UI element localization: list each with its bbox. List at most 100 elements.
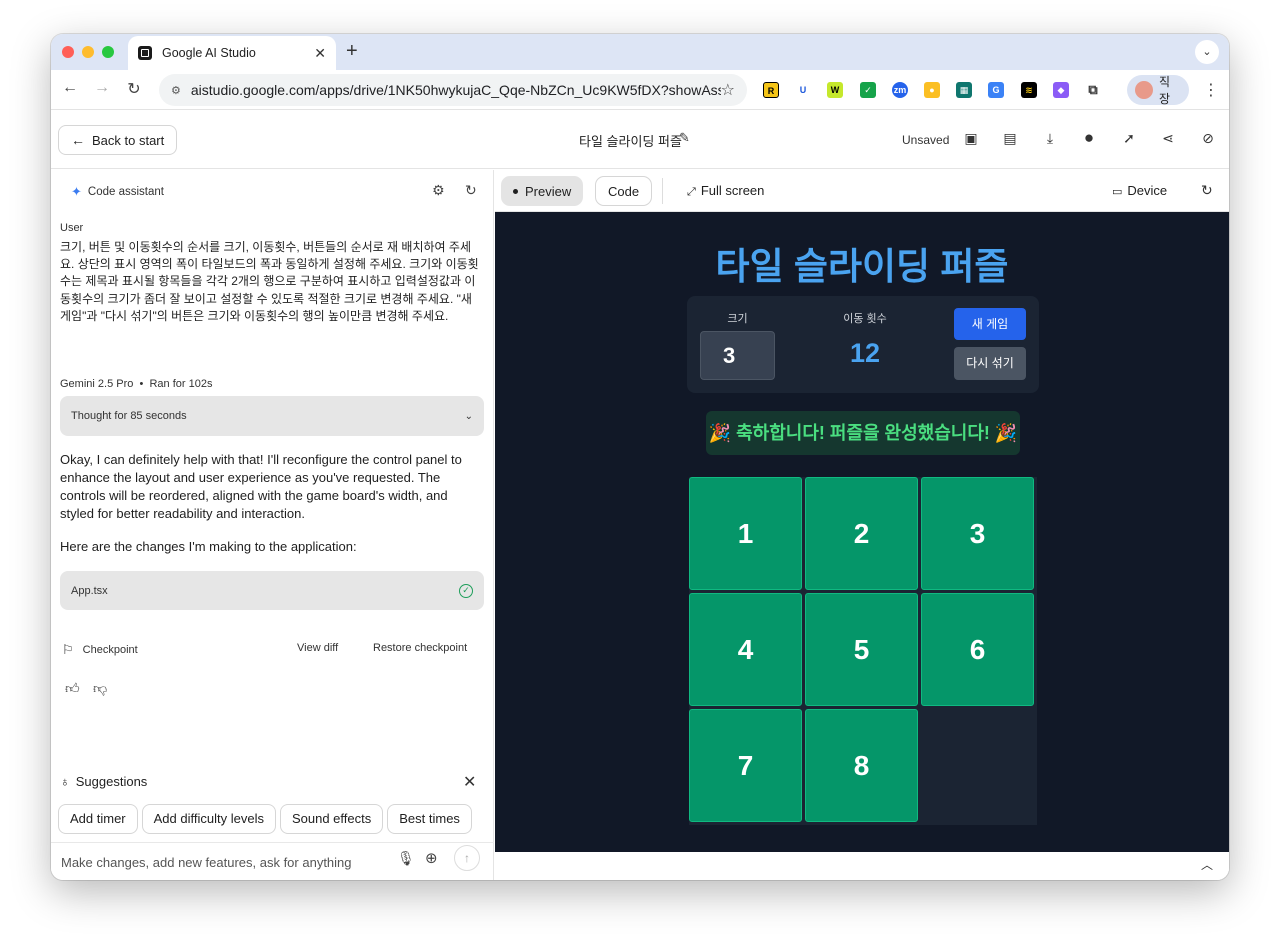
suggestion-chip[interactable]: Sound effects <box>279 804 384 834</box>
extension-zm-icon[interactable]: zm <box>892 82 908 98</box>
code-assistant-header: ✦ Code assistant <box>71 184 164 200</box>
close-suggestions-icon[interactable]: ✕ <box>463 772 476 792</box>
chevron-down-icon: ⌄ <box>464 410 473 422</box>
settings-gear-icon[interactable]: ⚙ <box>432 182 445 199</box>
flag-icon: ⚐ <box>62 642 74 657</box>
share-icon[interactable]: ⋖ <box>1159 130 1177 147</box>
sparkle-icon: ✦ <box>71 184 82 199</box>
refresh-preview-icon[interactable]: ↻ <box>1201 182 1213 199</box>
add-attachment-icon[interactable]: ⊕ <box>425 849 438 867</box>
suggestion-chip[interactable]: Best times <box>387 804 472 834</box>
code-assistant-label: Code assistant <box>87 186 164 198</box>
profile-label: 직장 <box>1158 75 1170 106</box>
suggestion-chip[interactable]: Add timer <box>58 804 138 834</box>
tab-title: Google AI Studio <box>162 46 256 60</box>
extension-crystal-icon[interactable]: ◆ <box>1053 82 1069 98</box>
view-diff-button[interactable]: View diff <box>297 642 338 654</box>
extension-translate-icon[interactable]: G <box>988 82 1004 98</box>
chevron-up-icon[interactable]: ︿ <box>1201 856 1213 873</box>
expand-icon: ⤢ <box>687 186 696 198</box>
puzzle-tile[interactable]: 2 <box>805 477 918 590</box>
back-to-start-label: Back to start <box>92 132 165 148</box>
active-dot-icon <box>513 188 518 194</box>
shuffle-button[interactable]: 다시 섞기 <box>954 347 1026 380</box>
device-button[interactable]: ▭ Device <box>1112 183 1167 198</box>
browser-menu-icon[interactable]: ⋮ <box>1203 80 1219 100</box>
puzzle-tile[interactable]: 7 <box>689 709 802 822</box>
profile-button[interactable]: 직장 <box>1127 75 1189 106</box>
size-label: 크기 <box>727 313 748 325</box>
puzzle-tile[interactable]: 6 <box>921 593 1034 706</box>
github-icon[interactable]: ● <box>1080 128 1098 148</box>
assistant-message: Okay, I can definitely help with that! I… <box>60 452 462 521</box>
prompt-placeholder: Make changes, add new features, ask for … <box>61 855 352 870</box>
changed-file-card[interactable]: App.tsx ✓ <box>60 571 484 610</box>
minimize-window-button[interactable] <box>82 46 94 58</box>
reset-chat-icon[interactable]: ↻ <box>465 182 477 199</box>
device-icon: ▭ <box>1112 186 1123 198</box>
puzzle-tile[interactable]: 1 <box>689 477 802 590</box>
puzzle-tile[interactable]: 5 <box>805 593 918 706</box>
full-screen-button[interactable]: ⤢ Full screen <box>687 183 764 199</box>
back-to-start-button[interactable]: ← Back to start <box>58 125 178 155</box>
file-name: App.tsx <box>71 584 108 597</box>
extension-w-icon[interactable]: W <box>827 82 843 98</box>
puzzle-tile[interactable]: 8 <box>805 709 918 822</box>
thought-expander[interactable]: Thought for 85 seconds ⌄ <box>60 396 484 436</box>
tab-preview[interactable]: Preview <box>501 176 584 206</box>
browser-window: Google AI Studio ✕ + ⌄ ← → ↻ ⚙ aistudio.… <box>51 34 1229 880</box>
separator-dot: • <box>136 378 147 390</box>
tab-close-icon[interactable]: ✕ <box>314 45 326 62</box>
extension-grid-icon[interactable]: ▦ <box>956 82 972 98</box>
reload-icon[interactable]: ↻ <box>124 79 144 99</box>
new-game-button[interactable]: 새 게임 <box>954 308 1026 340</box>
run-time: Ran for 102s <box>149 378 213 390</box>
bookmark-star-icon[interactable]: ☆ <box>721 80 735 100</box>
send-button[interactable]: ↑ <box>454 845 480 871</box>
zoom-window-button[interactable] <box>102 46 114 58</box>
preview-toolbar: Preview Code ⤢ Full screen ▭ Device ↻ <box>495 170 1229 212</box>
extension-check-icon[interactable]: ✓ <box>860 82 876 98</box>
ai-studio-favicon-icon <box>138 46 152 60</box>
extension-layers-icon[interactable]: ≋ <box>1021 82 1037 98</box>
extensions-puzzle-icon[interactable]: ⧉ <box>1085 82 1101 98</box>
extension-bulb-icon[interactable]: ● <box>924 82 940 98</box>
tab-search-chevron-icon[interactable]: ⌄ <box>1195 40 1219 64</box>
back-arrow-icon: ← <box>71 132 85 148</box>
deploy-rocket-icon[interactable]: ➚ <box>1120 130 1138 147</box>
avatar <box>1135 81 1153 99</box>
thumbs-down-icon[interactable]: 👎︎ <box>93 680 107 697</box>
moves-count: 12 <box>849 338 881 368</box>
tab-preview-label: Preview <box>525 183 572 199</box>
address-bar[interactable]: ⚙ aistudio.google.com/apps/drive/1NK50hw… <box>159 74 747 106</box>
download-icon[interactable]: ⤓ <box>1041 130 1059 147</box>
forward-arrow-icon[interactable]: → <box>92 79 112 97</box>
edit-title-pencil-icon[interactable]: ✎ <box>679 130 690 146</box>
app-header: ← Back to start 타일 슬라이딩 퍼즐 ✎ Unsaved ▣ ▤… <box>51 111 1229 169</box>
microphone-icon[interactable]: 🎙︎ <box>397 850 415 867</box>
assistant-message-changes: Here are the changes I'm making to the a… <box>60 539 357 554</box>
puzzle-tile[interactable]: 3 <box>921 477 1034 590</box>
moves-label: 이동 횟수 <box>843 313 887 325</box>
site-settings-icon[interactable]: ⚙ <box>171 84 181 97</box>
suggestion-chip[interactable]: Add difficulty levels <box>141 804 276 834</box>
game-title: 타일 슬라이딩 퍼즐 <box>715 246 1009 287</box>
hide-eye-icon[interactable]: ⊘ <box>1199 130 1217 147</box>
suggestions-label: Suggestions <box>75 774 148 789</box>
user-message: 크기, 버튼 및 이동횟수의 순서를 크기, 이동횟수, 버튼들의 순서로 재 … <box>60 240 479 323</box>
new-tab-button[interactable]: + <box>346 40 358 63</box>
extension-r-icon[interactable]: R <box>763 82 779 98</box>
model-info: Gemini 2.5 Pro • Ran for 102s <box>60 378 212 390</box>
close-window-button[interactable] <box>62 46 74 58</box>
congrats-banner: 🎉 축하합니다! 퍼즐을 완성했습니다! 🎉 <box>706 411 1020 455</box>
restore-checkpoint-button[interactable]: Restore checkpoint <box>373 642 467 654</box>
puzzle-tile[interactable]: 4 <box>689 593 802 706</box>
tab-code[interactable]: Code <box>595 176 653 206</box>
save-icon[interactable]: ▣ <box>962 130 980 147</box>
extension-u-icon[interactable]: U <box>795 82 811 98</box>
browser-tab[interactable]: Google AI Studio ✕ <box>128 36 336 70</box>
size-input[interactable]: 3 <box>700 331 775 380</box>
save-as-icon[interactable]: ▤ <box>1001 130 1019 147</box>
back-arrow-icon[interactable]: ← <box>60 79 80 97</box>
thumbs-up-icon[interactable]: 👍︎ <box>65 680 80 697</box>
